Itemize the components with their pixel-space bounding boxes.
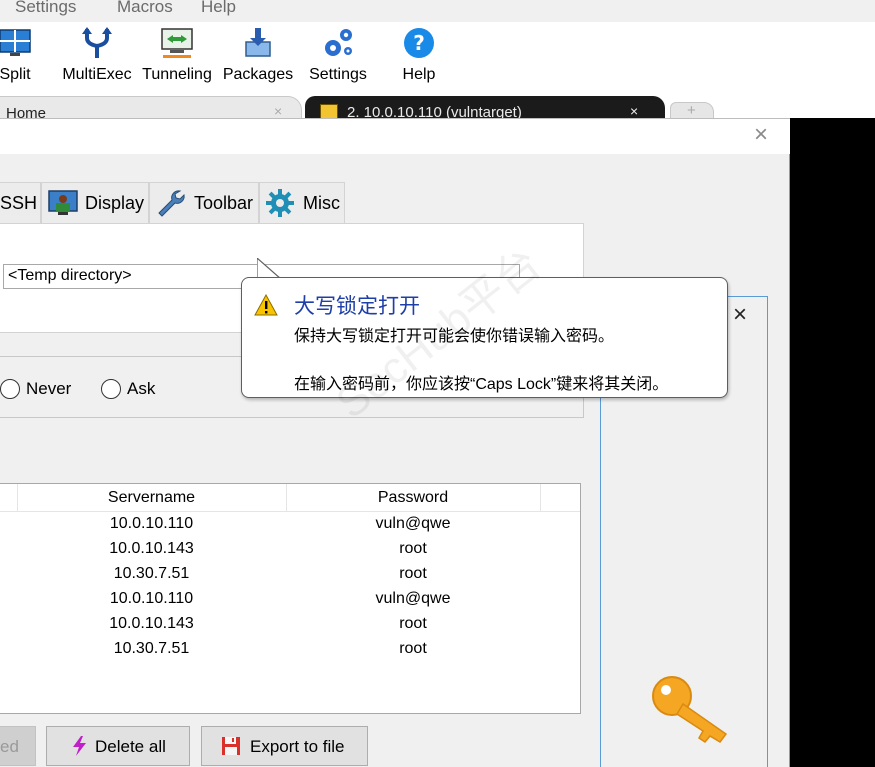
tab-ssh-label: SSH [0, 193, 38, 213]
tab-home[interactable]: Home × [0, 96, 302, 122]
tab-session-close-icon[interactable]: × [630, 103, 638, 119]
row-servername: 10.0.10.110 [109, 590, 194, 607]
tab-misc[interactable]: Misc [259, 182, 345, 223]
export-to-file-label: Export to file [250, 737, 345, 756]
row-servername: 10.0.10.143 [109, 615, 194, 632]
gear-icon [266, 189, 294, 217]
row-servername: 10.30.7.51 [113, 565, 190, 582]
multiexec-button[interactable]: MultiExec [60, 22, 134, 94]
row-servername: 10.0.10.110 [109, 515, 194, 532]
settings-button[interactable]: Settings [303, 22, 373, 94]
tab-toolbar[interactable]: Toolbar [149, 182, 259, 223]
table-row[interactable]: 10.30.7.51 root [0, 562, 580, 587]
main-toolbar: Split MultiExec Tunneling Packages Setti… [0, 22, 875, 94]
radio-never-label: Never [26, 379, 72, 398]
menu-bar: Settings Macros Help [0, 0, 875, 22]
packages-icon [245, 28, 271, 57]
terminal-area[interactable] [790, 118, 875, 767]
popup-close-icon[interactable]: × [733, 301, 747, 329]
delete-selected-button[interactable]: ed [0, 726, 36, 766]
lightning-icon [73, 736, 86, 756]
multiexec-icon [82, 27, 112, 58]
row-password: vuln@qwe [375, 590, 451, 607]
help-button[interactable]: ? Help [392, 22, 446, 94]
tunneling-icon [161, 28, 193, 58]
split-icon [0, 29, 31, 56]
delete-selected-label: ed [0, 737, 19, 756]
packages-label: Packages [222, 66, 294, 83]
settings-gears-icon [325, 29, 352, 56]
delete-all-label: Delete all [95, 737, 166, 756]
help-label: Help [402, 66, 436, 83]
menu-help[interactable]: Help [201, 0, 236, 17]
tab-misc-label: Misc [303, 193, 340, 213]
radio-ask[interactable]: Ask [101, 378, 171, 400]
delete-all-button[interactable]: Delete all [46, 726, 190, 766]
table-row[interactable]: 10.0.10.143 root [0, 612, 580, 637]
table-row[interactable]: 10.0.10.143 root [0, 537, 580, 562]
row-password: vuln@qwe [375, 515, 451, 532]
tab-display[interactable]: Display [41, 182, 149, 223]
wrench-icon [158, 190, 185, 217]
table-row[interactable]: 10.0.10.110 vuln@qwe [0, 587, 580, 612]
row-password: root [399, 615, 427, 632]
help-icon: ? [404, 28, 434, 58]
radio-ask-label: Ask [127, 379, 156, 398]
column-separator [540, 484, 541, 512]
menu-settings[interactable]: Settings [15, 0, 76, 17]
save-disk-icon [222, 737, 240, 755]
tunneling-button[interactable]: Tunneling [140, 22, 214, 94]
multiexec-label: MultiExec [62, 66, 132, 83]
warning-icon [254, 294, 278, 316]
tunneling-label: Tunneling [142, 66, 212, 83]
tab-display-label: Display [85, 193, 145, 213]
column-servername[interactable]: Servername [17, 489, 286, 507]
dialog-close-icon[interactable]: × [754, 121, 768, 149]
settings-label: Settings [309, 66, 367, 83]
radio-ask-circle[interactable] [101, 379, 121, 399]
split-label: Split [0, 66, 31, 83]
row-servername: 10.0.10.143 [109, 540, 194, 557]
row-servername: 10.30.7.51 [113, 640, 190, 657]
table-row[interactable]: 10.30.7.51 root [0, 637, 580, 662]
tab-ssh[interactable]: SSH [0, 182, 41, 223]
list-header: Servername Password [0, 484, 580, 512]
svg-text:?: ? [413, 31, 425, 55]
column-password[interactable]: Password [286, 489, 540, 507]
saved-passwords-list[interactable]: Servername Password 10.0.10.110 vuln@qwe… [0, 483, 581, 714]
tab-toolbar-label: Toolbar [194, 193, 254, 213]
radio-never[interactable]: Never [0, 378, 80, 400]
display-icon [48, 190, 78, 215]
plus-icon: + [687, 102, 696, 119]
radio-never-circle[interactable] [0, 379, 20, 399]
row-password: root [399, 540, 427, 557]
temp-directory-value: <Temp directory> [8, 267, 132, 284]
split-button[interactable]: Split [0, 22, 50, 94]
row-password: root [399, 565, 427, 582]
key-icon [652, 676, 728, 743]
export-to-file-button[interactable]: Export to file [201, 726, 368, 766]
session-tab-strip: Home × 2. 10.0.10.110 (vulntarget) × + [0, 94, 875, 122]
menu-macros[interactable]: Macros [117, 0, 173, 17]
dialog-titlebar: × [0, 118, 790, 154]
packages-button[interactable]: Packages [222, 22, 294, 94]
tab-session-vulntarget[interactable]: 2. 10.0.10.110 (vulntarget) × [305, 96, 665, 121]
row-password: root [399, 640, 427, 657]
tab-home-close-icon[interactable]: × [274, 103, 282, 119]
table-row[interactable]: 10.0.10.110 vuln@qwe [0, 512, 580, 537]
